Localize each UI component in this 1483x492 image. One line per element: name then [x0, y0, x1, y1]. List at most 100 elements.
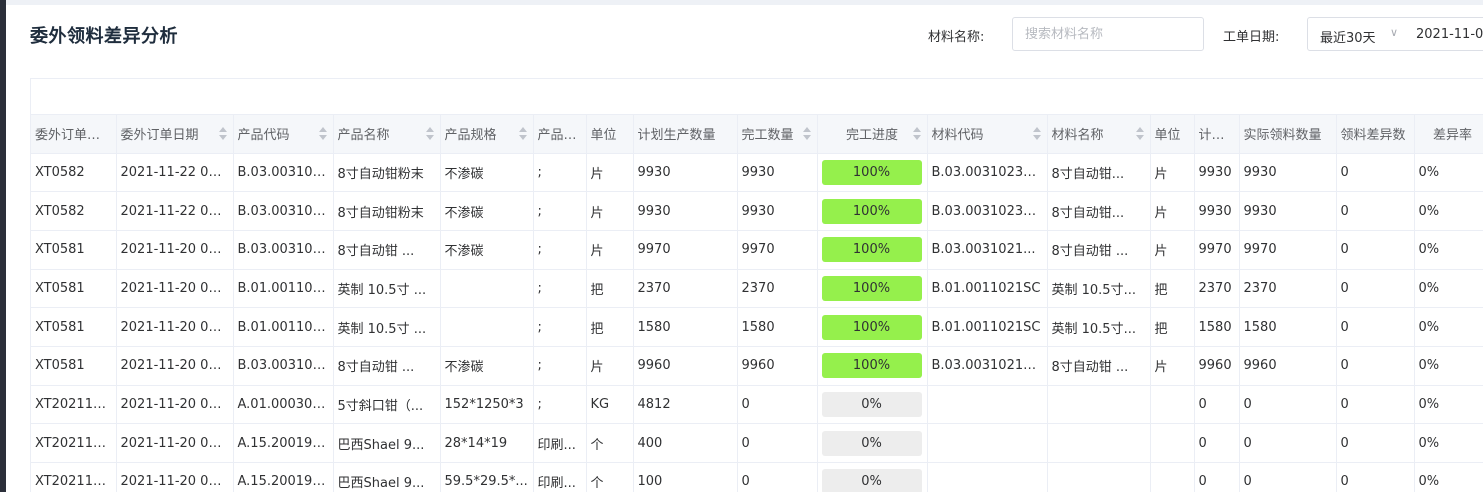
date-start-value[interactable]: 2021-11-0: [1416, 27, 1483, 42]
table-row[interactable]: XT05822021-11-22 00:00:00B.03.00310238寸自…: [31, 153, 1483, 193]
sort-caret-icon[interactable]: [912, 127, 921, 141]
table-cell: 0: [737, 385, 818, 425]
column-header[interactable]: 材料代码: [927, 115, 1048, 154]
table-cell: XT0581: [31, 230, 117, 270]
table-cell: 9930: [1239, 191, 1337, 231]
table-cell: B.03.0031023L...: [927, 191, 1048, 231]
table-cell: 9970: [633, 230, 738, 270]
table-cell: XT0582: [31, 191, 117, 231]
table-cell: 2370: [1239, 269, 1337, 309]
table-row[interactable]: XT05812021-11-20 00:00:00B.03.00310218寸自…: [31, 230, 1483, 270]
table-cell: 1580: [633, 307, 738, 347]
table-cell: 9930: [1239, 153, 1337, 193]
table-cell: 9970: [1194, 230, 1240, 270]
sort-caret-icon[interactable]: [318, 127, 327, 141]
table-cell: XT0582: [31, 153, 117, 193]
table-cell: 0: [1194, 385, 1240, 425]
table-row[interactable]: XT202111202021-11-20 00:00:00A.15.200190…: [31, 462, 1483, 492]
table-row[interactable]: XT05812021-11-20 00:00:00B.01.0011021英制 …: [31, 269, 1483, 309]
table-cell: ;: [533, 346, 587, 386]
table-header-row: 委外订单编号 委外订单日期 产品代码 产品名称 产品规格 产品属性 单位 计划生产数量 完工数量…: [31, 115, 1483, 154]
table-cell: 片: [1150, 153, 1195, 193]
progress-bar: 100%: [821, 198, 922, 224]
table-cell: ;: [533, 153, 587, 193]
table-cell: 印刷...: [533, 462, 587, 492]
table-cell: 片: [586, 230, 634, 270]
table-cell: 8寸自动钳...: [1047, 153, 1151, 193]
table-cell: 8寸自动钳 ...: [333, 346, 441, 386]
column-header-label: 产品代码: [237, 128, 290, 144]
column-header: 差异率: [1414, 115, 1483, 154]
column-header[interactable]: 完工进度: [817, 115, 928, 154]
table-cell: 片: [1150, 230, 1195, 270]
date-range-picker[interactable]: 最近30天 ∨ 2021-11-0: [1307, 17, 1483, 51]
sort-caret-icon[interactable]: [425, 127, 434, 141]
column-header-label: 材料名称: [1051, 128, 1104, 144]
table-cell: 8寸自动钳 ...: [1047, 230, 1151, 270]
column-header[interactable]: 完工数量: [737, 115, 818, 154]
table-cell: 0%: [1414, 269, 1483, 309]
table-cell: 片: [586, 346, 634, 386]
progress-cell: 100%: [817, 191, 928, 231]
sort-caret-icon[interactable]: [1135, 127, 1144, 141]
column-header[interactable]: 产品名称: [333, 115, 441, 154]
table-cell: XT0581: [31, 346, 117, 386]
table-row[interactable]: XT202111202021-11-20 00:00:00A.15.200190…: [31, 423, 1483, 463]
table-row[interactable]: XT05822021-11-22 00:00:00B.03.00310238寸自…: [31, 191, 1483, 231]
table-cell: 2021-11-20 00:00:00: [116, 269, 234, 309]
column-header[interactable]: 产品规格: [440, 115, 534, 154]
table-cell: 0%: [1414, 191, 1483, 231]
progress-bar: 100%: [821, 237, 922, 263]
table-cell: 0%: [1414, 346, 1483, 386]
table-cell: 9930: [633, 191, 738, 231]
column-header[interactable]: 产品代码: [233, 115, 334, 154]
table-cell: 0: [1194, 462, 1240, 492]
table-row[interactable]: XT05812021-11-20 00:00:00B.03.00310218寸自…: [31, 346, 1483, 386]
table-cell: 0%: [1414, 153, 1483, 193]
table-row[interactable]: XT202111202021-11-20 00:00:00A.01.000301…: [31, 385, 1483, 425]
table-cell: B.01.0011021SC: [927, 307, 1048, 347]
table-cell: [1047, 385, 1151, 425]
table-cell: 2021-11-20 00:00:00: [116, 385, 234, 425]
table-cell: A.01.0003012: [233, 385, 334, 425]
table-body: XT05822021-11-22 00:00:00B.03.00310238寸自…: [31, 153, 1483, 492]
table-cell: A.15.2001901: [233, 423, 334, 463]
table-cell: 1580: [1239, 307, 1337, 347]
table-cell: 9960: [737, 346, 818, 386]
date-range-select[interactable]: 最近30天: [1320, 27, 1376, 46]
sort-caret-icon[interactable]: [518, 127, 527, 141]
column-header[interactable]: 委外订单日期: [116, 115, 234, 154]
sort-caret-icon[interactable]: [1032, 127, 1041, 141]
material-search-input[interactable]: [1012, 17, 1204, 51]
table-cell: ;: [533, 385, 587, 425]
table-cell: 9960: [1194, 346, 1240, 386]
table-cell: 片: [586, 191, 634, 231]
column-header-label: 单位: [590, 128, 617, 144]
table-cell: 不渗碳: [440, 230, 534, 270]
table-cell: 英制 10.5寸 ...: [333, 269, 441, 309]
table-cell: 片: [1150, 191, 1195, 231]
table-cell: 0%: [1414, 462, 1483, 492]
progress-bar: 0%: [821, 391, 922, 417]
table-cell: 1580: [737, 307, 818, 347]
sort-caret-icon[interactable]: [218, 127, 227, 141]
column-header-label: 产品属性: [537, 128, 586, 144]
table-row[interactable]: XT05812021-11-20 00:00:00B.01.0011021英制 …: [31, 307, 1483, 347]
table-cell: B.01.0011021SC: [927, 269, 1048, 309]
table-cell: 0: [1336, 269, 1415, 309]
table-cell: B.03.0031023L...: [927, 153, 1048, 193]
sort-caret-icon[interactable]: [802, 127, 811, 141]
table-cell: 9970: [1239, 230, 1337, 270]
table-cell: B.03.0031021: [233, 346, 334, 386]
table-cell: 0: [1336, 191, 1415, 231]
table-cell: 把: [586, 269, 634, 309]
table-cell: [927, 423, 1048, 463]
table-cell: 英制 10.5寸...: [1047, 307, 1151, 347]
column-header-label: 单位: [1154, 128, 1181, 144]
column-header[interactable]: 材料名称: [1047, 115, 1151, 154]
table-cell: 8寸自动钳 ...: [1047, 346, 1151, 386]
table-cell: [1047, 423, 1151, 463]
table-cell: 2021-11-20 00:00:00: [116, 307, 234, 347]
table-cell: XT0581: [31, 307, 117, 347]
table-cell: 0: [1239, 462, 1337, 492]
